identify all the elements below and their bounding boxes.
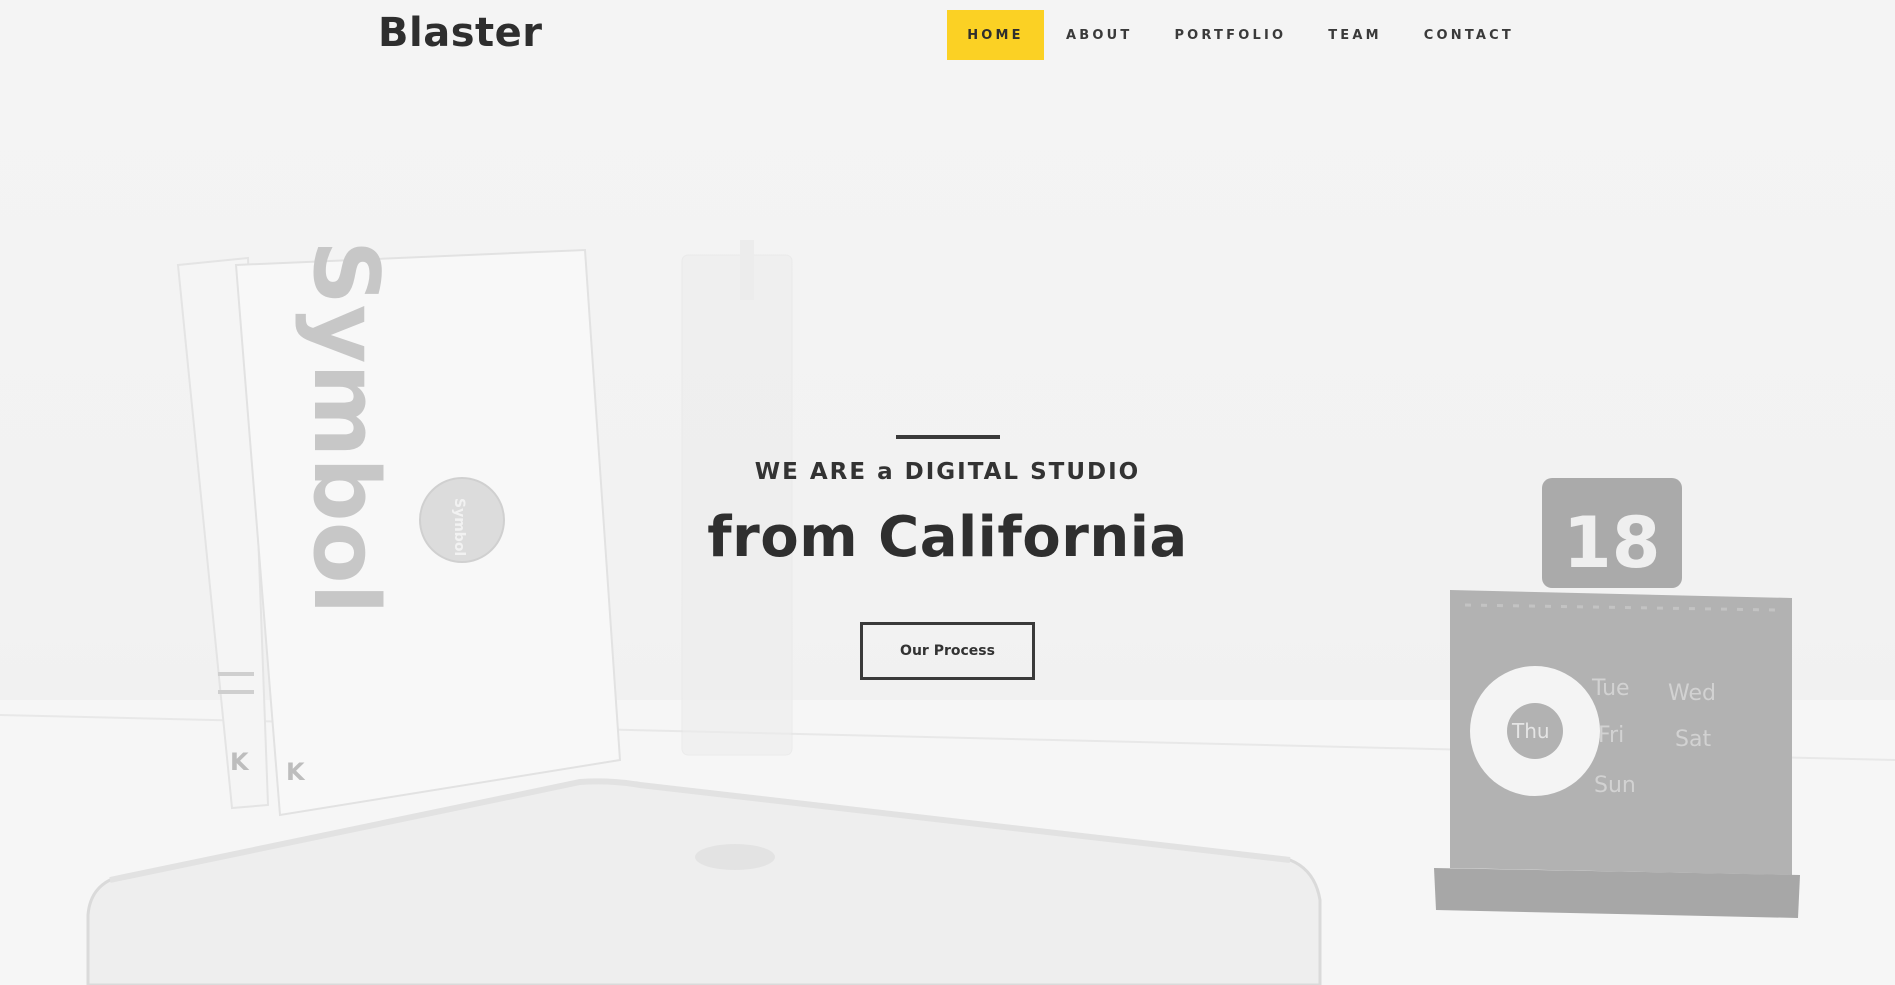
our-process-button[interactable]: Our Process [860,622,1035,680]
svg-text:K: K [230,748,250,776]
laptop-graphic [86,778,1322,985]
hero-subtitle: WE ARE a DIGITAL STUDIO [754,459,1141,485]
calendar-day-thu: Thu [1511,719,1550,743]
calendar-day-sun: Sun [1594,773,1636,798]
main-nav: HOME ABOUT PORTFOLIO TEAM CONTACT [947,10,1536,60]
calendar-day-wed: Wed [1668,681,1716,706]
nav-item-team[interactable]: TEAM [1308,10,1402,60]
calendar-day-sat: Sat [1675,727,1711,752]
hero-background-image: ooo K Symbol Symbol K 18 Thu Tue Wed Fri… [0,240,1895,985]
calendar-day-fri: Fri [1598,723,1624,748]
site-logo[interactable]: Blaster [378,10,542,56]
site-header: Blaster HOME ABOUT PORTFOLIO TEAM CONTAC… [0,0,1895,70]
nav-item-contact[interactable]: CONTACT [1404,10,1534,60]
nav-item-about[interactable]: ABOUT [1046,10,1152,60]
nav-item-portfolio[interactable]: PORTFOLIO [1154,10,1306,60]
hero-title: from California [707,505,1188,570]
nav-item-home[interactable]: HOME [947,10,1044,60]
page: ooo K Symbol Symbol K 18 Thu Tue Wed Fri… [0,0,1895,985]
calendar-day-tue: Tue [1591,676,1630,701]
svg-text:K: K [286,758,306,786]
hero-divider [896,435,1000,439]
